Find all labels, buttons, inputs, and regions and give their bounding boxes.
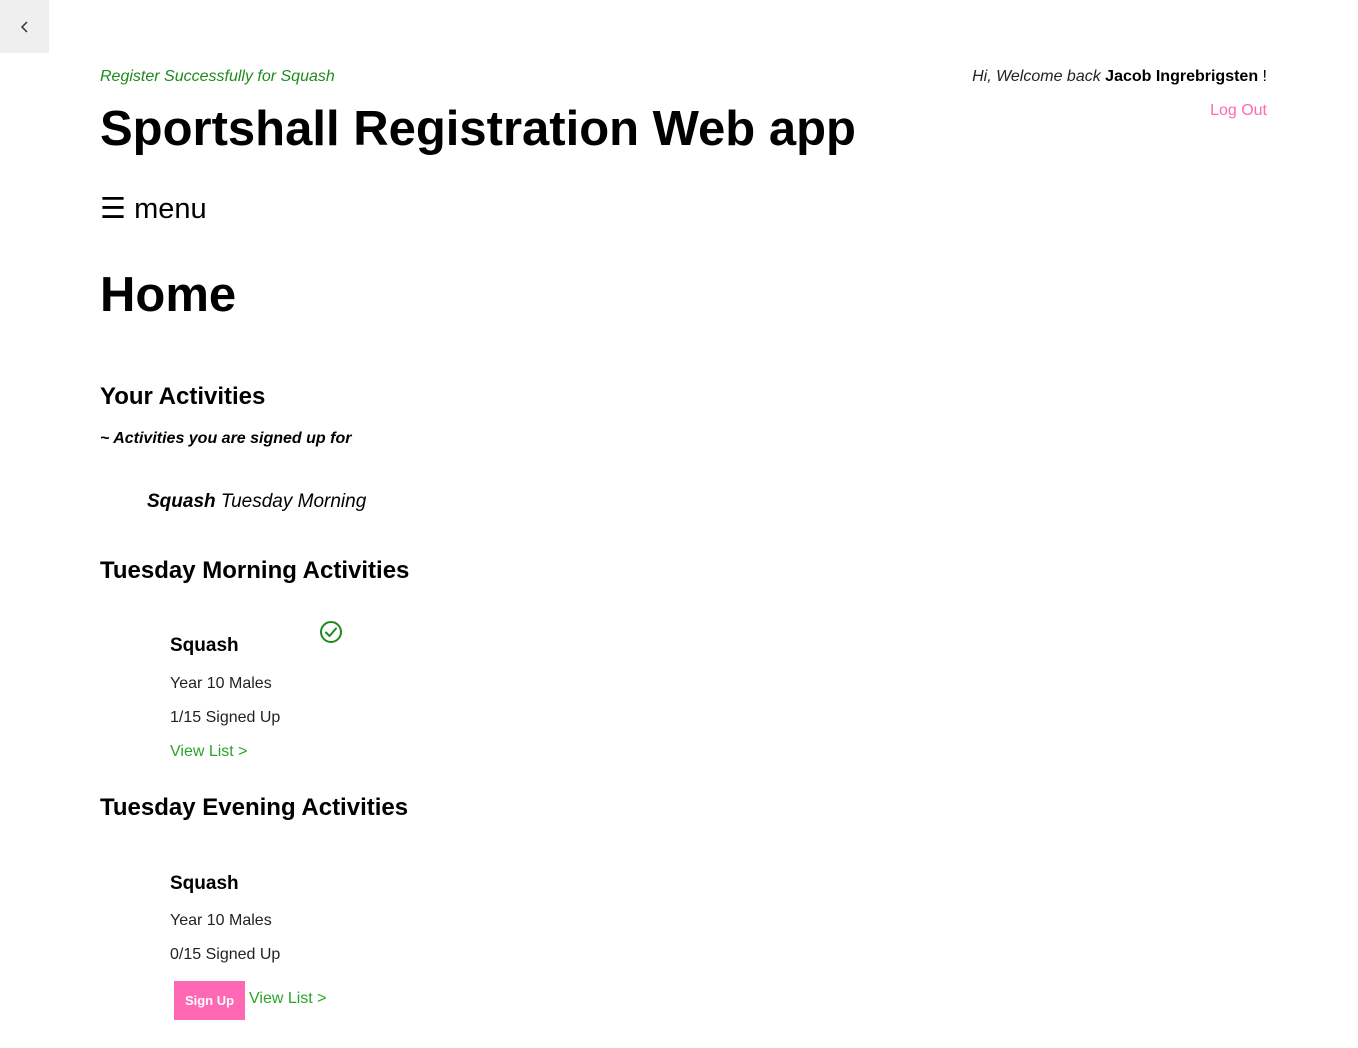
activity-name: Squash — [170, 635, 239, 656]
view-list-link[interactable]: View List > — [170, 743, 248, 761]
hamburger-icon: ☰ — [100, 193, 126, 225]
logout-link[interactable]: Log Out — [1210, 102, 1267, 120]
your-activities-subtitle: ~ Activities you are signed up for — [100, 430, 352, 447]
flash-message: Register Successfully for Squash — [100, 68, 335, 85]
welcome-greeting: Hi, Welcome back — [972, 68, 1101, 85]
my-activity-session: Tuesday Morning — [220, 491, 367, 512]
session-title: Tuesday Morning Activities — [100, 557, 410, 584]
my-activity-item: Squash Tuesday Morning — [147, 491, 366, 513]
activity-signup-count: 1/15 Signed Up — [170, 709, 281, 726]
activity-group: Year 10 Males — [170, 675, 272, 692]
session-title: Tuesday Evening Activities — [100, 794, 409, 821]
page: Register Successfully for Squash Sportsh… — [0, 0, 1358, 1048]
view-list-link[interactable]: View List > — [249, 990, 327, 1008]
welcome-suffix: ! — [1262, 68, 1267, 85]
chevron-left-icon — [20, 20, 28, 33]
menu-toggle[interactable]: ☰ menu — [100, 191, 207, 227]
activity-signup-count: 0/15 Signed Up — [170, 946, 281, 963]
check-circle-icon — [320, 621, 342, 643]
activity-name: Squash — [170, 873, 239, 894]
welcome-message: Hi, Welcome back Jacob Ingrebrigsten ! — [972, 68, 1267, 86]
sign-up-button[interactable]: Sign Up — [174, 981, 245, 1020]
my-activity-sport: Squash — [147, 491, 216, 512]
user-name: Jacob Ingrebrigsten — [1105, 68, 1259, 85]
back-button[interactable] — [0, 0, 49, 53]
app-title: Sportshall Registration Web app — [100, 102, 856, 156]
page-title: Home — [100, 268, 237, 322]
menu-label: menu — [134, 193, 207, 225]
activity-group: Year 10 Males — [170, 912, 272, 929]
your-activities-title: Your Activities — [100, 383, 266, 410]
